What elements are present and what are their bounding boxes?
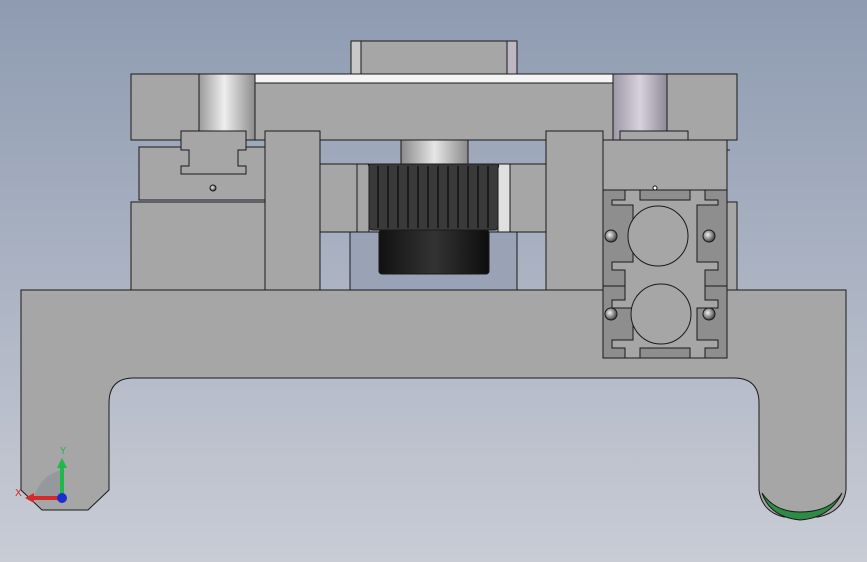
right-side-strip xyxy=(726,201,738,291)
drive-shaft xyxy=(400,139,469,165)
y-axis-label: Y xyxy=(59,446,67,457)
cad-viewport[interactable]: Y X xyxy=(0,0,867,562)
lower-left-body xyxy=(130,201,271,291)
extrusion-core-upper xyxy=(627,205,689,267)
extrusion-bolt-4 xyxy=(702,307,716,321)
extrusion-core-lower xyxy=(630,283,692,345)
extrusion-small-dot xyxy=(652,185,658,191)
pulley-flange-l xyxy=(356,163,370,233)
top-motor-block-side-l xyxy=(350,40,362,75)
center-bracket-r xyxy=(509,163,547,233)
left-guide-shaft xyxy=(198,73,256,141)
pulley-flange xyxy=(497,163,511,233)
z-axis-dot xyxy=(57,493,67,503)
right-bracket-tab xyxy=(619,130,689,141)
right-upper-bracket xyxy=(602,139,728,191)
top-motor-block xyxy=(350,40,518,75)
extrusion-bolt-3 xyxy=(604,307,618,321)
left-carriage xyxy=(180,130,247,175)
right-guide-shaft xyxy=(612,73,668,141)
center-bracket-l xyxy=(319,163,358,233)
pulley-hub xyxy=(378,229,490,275)
top-motor-block-side-r xyxy=(506,40,518,75)
extrusion-bolt-1 xyxy=(604,229,618,243)
rail-bolt-hole xyxy=(209,184,217,192)
x-axis-label: X xyxy=(15,488,22,499)
assembly-front-view: Y X xyxy=(0,0,867,562)
top-plate-white-strip xyxy=(254,73,614,84)
extrusion-bolt-2 xyxy=(702,229,716,243)
